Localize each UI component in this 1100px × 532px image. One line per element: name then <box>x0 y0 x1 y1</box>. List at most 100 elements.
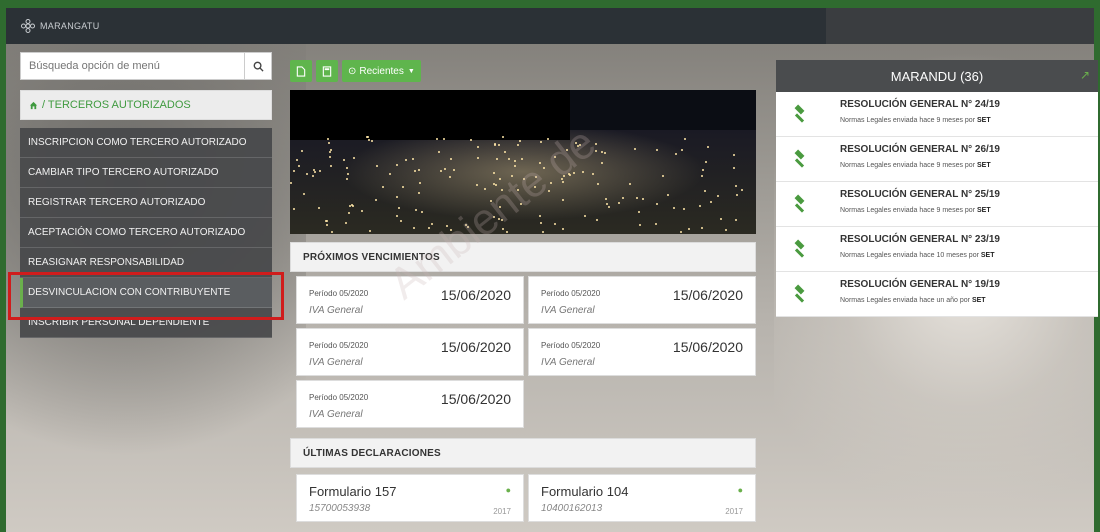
search-icon <box>253 61 264 72</box>
city-light <box>680 231 682 233</box>
city-light <box>642 198 644 200</box>
city-light <box>584 215 586 217</box>
city-light <box>502 228 504 230</box>
city-light <box>328 142 330 144</box>
card-period: Período 05/2020 <box>309 289 369 298</box>
search-button[interactable] <box>244 53 271 79</box>
city-light <box>667 194 669 196</box>
city-light <box>400 220 402 222</box>
card-tax: IVA General <box>309 357 363 368</box>
vencimiento-card[interactable]: Período 05/2020 IVA General 15/06/2020 <box>296 276 524 324</box>
menu-item-aceptacion[interactable]: ACEPTACIÓN COMO TERCERO AUTORIZADO <box>20 218 272 248</box>
declaracion-card[interactable]: Formulario 104 10400162013 ● 2017 <box>528 474 756 522</box>
marandu-item[interactable]: RESOLUCIÓN GENERAL N° 26/19 Normas Legal… <box>776 137 1098 182</box>
city-light <box>446 225 448 227</box>
city-light <box>313 169 315 171</box>
marandu-item[interactable]: RESOLUCIÓN GENERAL N° 24/19 Normas Legal… <box>776 92 1098 137</box>
external-link-icon[interactable]: ↗ <box>1080 68 1090 82</box>
city-light <box>539 162 541 164</box>
marandu-item[interactable]: RESOLUCIÓN GENERAL N° 23/19 Normas Legal… <box>776 227 1098 272</box>
menu-item-registrar[interactable]: REGISTRAR TERCERO AUTORIZADO <box>20 188 272 218</box>
recientes-dropdown[interactable]: ⊙ Recientes ▼ <box>342 60 421 82</box>
menu-item-cambiar-tipo[interactable]: CAMBIAR TIPO TERCERO AUTORIZADO <box>20 158 272 188</box>
menu-search-input[interactable] <box>21 53 244 79</box>
vencimiento-card[interactable]: Período 05/2020 IVA General 15/06/2020 <box>528 276 756 324</box>
marandu-item[interactable]: RESOLUCIÓN GENERAL N° 19/19 Normas Legal… <box>776 272 1098 317</box>
city-light <box>523 178 525 180</box>
app-logo[interactable]: MARANGATU <box>20 18 100 34</box>
city-light <box>548 190 550 192</box>
city-light <box>575 142 577 144</box>
city-light <box>498 144 500 146</box>
city-light <box>476 184 478 186</box>
city-light <box>535 176 537 178</box>
marandu-item-sub: Normas Legales enviada hace 9 meses por … <box>840 162 991 169</box>
eye-icon[interactable]: ● <box>738 485 743 495</box>
city-light <box>604 152 606 154</box>
city-light <box>629 183 631 185</box>
vencimiento-card[interactable]: Período 05/2020 IVA General 15/06/2020 <box>296 380 524 428</box>
card-date: 15/06/2020 <box>672 287 743 303</box>
new-document-button[interactable] <box>290 60 312 82</box>
calculator-button[interactable] <box>316 60 338 82</box>
city-light <box>389 173 391 175</box>
vencimiento-card[interactable]: Período 05/2020 IVA General 15/06/2020 <box>296 328 524 376</box>
city-light <box>597 183 599 185</box>
city-light <box>396 196 398 198</box>
marandu-item-title: RESOLUCIÓN GENERAL N° 25/19 <box>840 189 1000 200</box>
city-light <box>501 189 503 191</box>
city-light <box>504 151 506 153</box>
marandu-list: RESOLUCIÓN GENERAL N° 24/19 Normas Legal… <box>776 92 1098 317</box>
city-light <box>543 167 545 169</box>
city-light <box>465 224 467 226</box>
city-light <box>563 175 565 177</box>
top-navbar-right <box>826 8 1094 44</box>
city-light <box>296 159 298 161</box>
city-light <box>368 139 370 141</box>
city-light <box>330 149 332 151</box>
city-light <box>421 211 423 213</box>
marandu-header: MARANDU (36) ↗ <box>776 60 1098 92</box>
city-light <box>325 220 327 222</box>
city-light <box>595 143 597 145</box>
city-light <box>605 198 607 200</box>
city-light <box>618 202 620 204</box>
city-light <box>499 206 501 208</box>
city-light <box>494 144 496 146</box>
marandu-item[interactable]: RESOLUCIÓN GENERAL N° 25/19 Normas Legal… <box>776 182 1098 227</box>
marandu-item-title: RESOLUCIÓN GENERAL N° 19/19 <box>840 279 1000 290</box>
city-light <box>592 173 594 175</box>
card-date: 15/06/2020 <box>440 339 511 355</box>
city-light <box>683 208 685 210</box>
city-light <box>329 151 331 153</box>
breadcrumb[interactable]: / TERCEROS AUTORIZADOS <box>20 90 272 120</box>
form-year: 2017 <box>725 507 743 516</box>
city-light <box>467 226 469 228</box>
city-light <box>438 151 440 153</box>
card-tax: IVA General <box>541 357 595 368</box>
card-date: 15/06/2020 <box>440 287 511 303</box>
city-light <box>508 158 510 160</box>
form-name: Formulario 104 <box>541 484 629 499</box>
city-light <box>303 193 305 195</box>
city-light <box>579 144 581 146</box>
vencimiento-card[interactable]: Período 05/2020 IVA General 15/06/2020 <box>528 328 756 376</box>
declaracion-card[interactable]: Formulario 157 15700053938 ● 2017 <box>296 474 524 522</box>
city-light <box>547 138 549 140</box>
city-light <box>490 200 492 202</box>
menu-item-inscripcion[interactable]: INSCRIPCION COMO TERCERO AUTORIZADO <box>20 128 272 158</box>
marandu-item-title: RESOLUCIÓN GENERAL N° 26/19 <box>840 144 1000 155</box>
city-light <box>496 158 498 160</box>
city-light <box>681 149 683 151</box>
city-light <box>568 173 570 175</box>
city-light <box>450 158 452 160</box>
city-light <box>382 186 384 188</box>
city-light <box>736 194 738 196</box>
city-light <box>329 156 331 158</box>
city-light <box>431 223 433 225</box>
eye-icon[interactable]: ● <box>506 485 511 495</box>
card-period: Período 05/2020 <box>541 341 601 350</box>
calculator-icon <box>322 65 332 77</box>
clock-icon: ⊙ <box>348 65 357 77</box>
city-light <box>306 173 308 175</box>
